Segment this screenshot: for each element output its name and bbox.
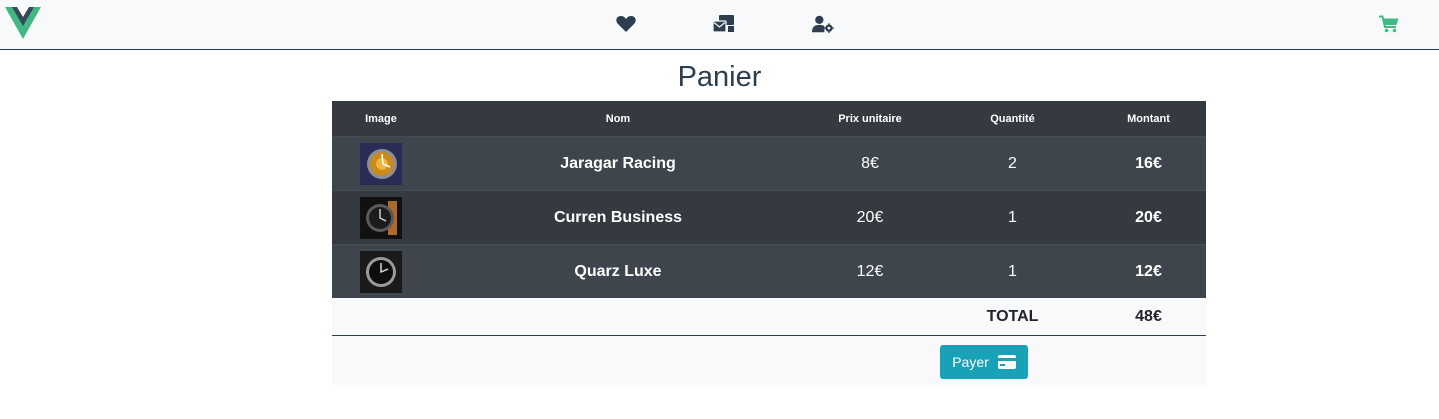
total-label: TOTAL (934, 298, 1091, 336)
vue-logo[interactable] (5, 7, 41, 39)
total-row: TOTAL 48€ (332, 298, 1206, 336)
pay-row (332, 335, 1206, 385)
product-name: Curren Business (430, 190, 806, 245)
header-name: Nom (430, 101, 806, 137)
amount: 12€ (1091, 244, 1206, 298)
table-row: Jaragar Racing 8€ 2 16€ (332, 136, 1206, 191)
product-image-cell (332, 136, 430, 191)
mail-bulk-icon[interactable] (713, 13, 735, 35)
page-title: Panier (677, 61, 762, 93)
table-row: Quarz Luxe 12€ 1 12€ (332, 244, 1206, 298)
quantity: 2 (934, 136, 1091, 191)
product-name: Quarz Luxe (430, 244, 806, 298)
unit-price: 8€ (806, 136, 934, 191)
cart-table-container: Image Nom Prix unitaire Quantité Montant (332, 101, 1206, 385)
product-name: Jaragar Racing (430, 136, 806, 191)
table-header-row: Image Nom Prix unitaire Quantité Montant (332, 101, 1206, 137)
quantity: 1 (934, 244, 1091, 298)
pay-button[interactable]: Payer (940, 345, 1028, 379)
total-value: 48€ (1091, 298, 1206, 336)
unit-price: 12€ (806, 244, 934, 298)
cart-table: Image Nom Prix unitaire Quantité Montant (332, 101, 1206, 385)
header-quantity: Quantité (934, 101, 1091, 137)
product-image-cell (332, 190, 430, 245)
product-image-jaragar-racing (360, 142, 402, 185)
product-image-cell (332, 244, 430, 298)
header-amount: Montant (1091, 101, 1206, 137)
heart-icon[interactable] (615, 13, 637, 35)
product-image-quarz-luxe (360, 250, 402, 293)
header-unit-price: Prix unitaire (806, 101, 934, 137)
amount: 16€ (1091, 136, 1206, 191)
credit-card-icon (997, 355, 1016, 369)
shopping-cart-icon[interactable] (1378, 13, 1400, 35)
product-image-curren-business (360, 196, 402, 239)
navbar (0, 0, 1439, 50)
pay-button-label: Payer (952, 354, 989, 370)
unit-price: 20€ (806, 190, 934, 245)
header-image: Image (332, 101, 430, 137)
amount: 20€ (1091, 190, 1206, 245)
quantity: 1 (934, 190, 1091, 245)
table-row: Curren Business 20€ 1 20€ (332, 190, 1206, 245)
user-cog-icon[interactable] (812, 13, 834, 35)
